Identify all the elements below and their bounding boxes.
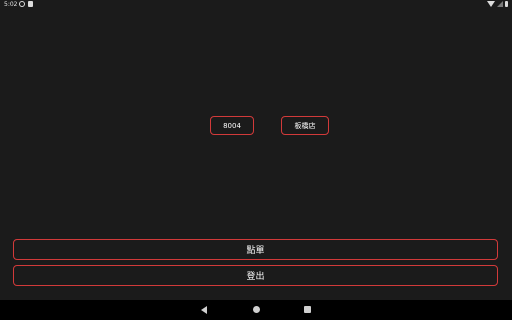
- device-code-label: 8004: [223, 121, 241, 130]
- status-left-icons: [19, 1, 33, 7]
- store-name-label: 板橋店: [294, 121, 316, 130]
- order-button[interactable]: 點單: [13, 239, 498, 260]
- navigation-bar: [0, 300, 512, 320]
- status-bar: 5:02: [0, 0, 512, 11]
- order-button-label: 點單: [246, 246, 265, 256]
- status-right-icons: [487, 1, 508, 7]
- back-icon[interactable]: [201, 306, 207, 314]
- home-icon[interactable]: [253, 306, 260, 313]
- logout-button-label: 登出: [246, 272, 265, 282]
- wifi-icon: [487, 1, 495, 7]
- store-name-chip: 板橋店: [281, 116, 329, 135]
- signal-icon: [497, 1, 503, 7]
- status-time: 5:02: [4, 1, 18, 8]
- sync-icon: [19, 1, 25, 7]
- device-code-chip: 8004: [210, 116, 254, 135]
- logout-button[interactable]: 登出: [13, 265, 498, 286]
- recents-icon[interactable]: [304, 306, 311, 313]
- sim-card-icon: [28, 1, 33, 7]
- battery-icon: [505, 1, 508, 7]
